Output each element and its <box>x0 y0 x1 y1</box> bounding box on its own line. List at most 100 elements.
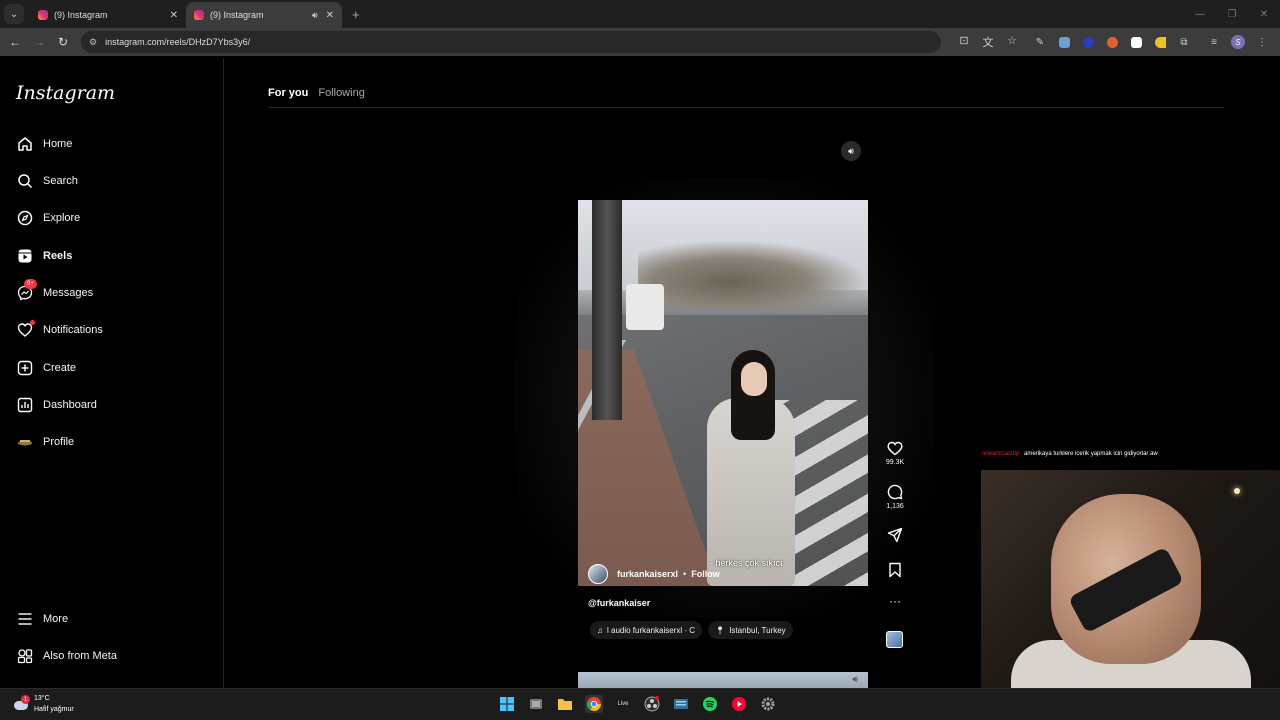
file-explorer-icon[interactable] <box>556 695 574 713</box>
sidebar-item-label: Create <box>43 362 77 374</box>
notification-dot <box>30 320 35 325</box>
reel-video[interactable]: - herkes çok sıkıcı furkankaiserxl • Fol… <box>578 200 868 586</box>
sidebar-item-label: Notifications <box>43 324 103 336</box>
reel-author-row: furkankaiserxl • Follow <box>588 564 720 584</box>
stream-chat-message: oneamicastrip amerikaya turklere icerik … <box>982 451 1158 457</box>
weather-widget[interactable]: 1 13°C Hafif yağmur <box>12 693 74 715</box>
maximize-icon[interactable]: ❐ <box>1216 9 1248 20</box>
sidebar-item-messages[interactable]: 9+ Messages <box>16 279 93 305</box>
dashboard-icon <box>16 396 34 414</box>
close-tab-icon[interactable]: ✕ <box>326 10 334 21</box>
browser-tab-1[interactable]: (9) Instagram ✕ <box>30 2 186 28</box>
audio-chip[interactable]: ♫ l audio furkankaiserxl · C <box>590 621 703 639</box>
extension-orange-icon[interactable] <box>1100 36 1124 48</box>
browser-toolbar: ← → ↻ ⚙︎ instagram.com/reels/DHzD7Ybs3y6… <box>0 28 1280 56</box>
site-info-icon[interactable]: ⚙︎ <box>89 37 97 48</box>
camera-extension-icon[interactable] <box>1052 36 1076 48</box>
tab-for-you[interactable]: For you <box>268 87 308 99</box>
browser-menu-icon[interactable]: ⋮ <box>1250 37 1274 48</box>
task-view-icon[interactable] <box>527 695 545 713</box>
windows-start-icon[interactable] <box>498 695 516 713</box>
like-count: 99.3K <box>885 459 905 466</box>
location-chip-text: Istanbul, Turkey <box>729 625 786 635</box>
extension-white-icon[interactable] <box>1124 36 1148 48</box>
keyboard-app-icon[interactable] <box>672 695 690 713</box>
close-window-icon[interactable]: ✕ <box>1248 9 1280 20</box>
video-person <box>703 350 803 586</box>
plus-square-icon <box>16 359 34 377</box>
install-app-icon[interactable]: ⊡ <box>952 34 976 50</box>
settings-gear-icon[interactable] <box>759 695 777 713</box>
sidebar-item-explore[interactable]: Explore <box>16 206 80 230</box>
chat-text: amerikaya turklere icerik yapmak icin gi… <box>1024 451 1158 457</box>
spotify-icon[interactable] <box>701 695 719 713</box>
tab-audio-icon[interactable]: 🔊︎ <box>312 10 318 21</box>
new-tab-button[interactable]: + <box>352 7 360 22</box>
sidebar-item-dashboard[interactable]: Dashboard <box>16 393 97 417</box>
translate-icon[interactable]: 文 <box>976 34 1000 50</box>
live-app-icon[interactable]: Live <box>614 695 632 713</box>
instagram-logo[interactable]: Instagram <box>16 82 115 104</box>
location-chip[interactable]: 📍︎ Istanbul, Turkey <box>708 621 793 639</box>
sidebar-item-label: Search <box>43 175 78 187</box>
browser-tab-2[interactable]: (9) Instagram 🔊︎ ✕ <box>186 2 342 28</box>
forward-icon[interactable]: → <box>27 35 51 49</box>
minimize-icon[interactable]: — <box>1184 9 1216 20</box>
next-reel-preview[interactable]: 🔊︎ <box>578 672 868 688</box>
weather-desc: Hafif yağmur <box>34 706 74 713</box>
close-tab-icon[interactable]: ✕ <box>170 10 178 21</box>
tab-search-button[interactable]: ⌄ <box>4 4 24 24</box>
instagram-favicon-icon <box>38 10 48 20</box>
extensions-puzzle-icon[interactable]: ⧉ <box>1172 37 1196 48</box>
address-bar[interactable]: ⚙︎ instagram.com/reels/DHzD7Ybs3y6/ <box>81 31 941 53</box>
extension-yellow-icon[interactable] <box>1148 36 1172 48</box>
sidebar-item-notifications[interactable]: Notifications <box>16 318 103 342</box>
follow-button[interactable]: Follow <box>691 569 720 579</box>
reload-icon[interactable]: ↻ <box>51 35 75 49</box>
comment-button[interactable]: 1,136 <box>883 484 907 510</box>
author-username[interactable]: furkankaiserxl <box>617 569 678 579</box>
profile-avatar[interactable]: S <box>1226 35 1250 49</box>
music-note-icon: ♫ <box>597 625 603 635</box>
sidebar-item-create[interactable]: Create <box>16 356 76 380</box>
pen-extension-icon[interactable]: ✎ <box>1028 37 1052 48</box>
instagram-favicon-icon <box>194 10 204 20</box>
like-button[interactable]: 99.3K <box>883 441 907 466</box>
feed-tabs: For you Following <box>268 87 365 99</box>
sidebar-item-profile[interactable]: Profile <box>16 430 74 454</box>
more-options-button[interactable]: ··· <box>883 595 907 607</box>
feed-tabs-divider <box>268 107 1224 108</box>
sidebar-item-reels[interactable]: Reels <box>16 244 72 268</box>
chrome-icon[interactable] <box>585 695 603 713</box>
reading-list-icon[interactable]: ≡ <box>1202 37 1226 48</box>
sidebar-item-more[interactable]: More <box>16 607 68 631</box>
sidebar-item-label: Dashboard <box>43 399 97 411</box>
sidebar-item-search[interactable]: Search <box>16 169 78 193</box>
tab-following[interactable]: Following <box>318 87 364 99</box>
share-button[interactable] <box>883 527 907 543</box>
bookmark-star-icon[interactable]: ☆ <box>1000 34 1024 50</box>
author-avatar[interactable] <box>588 564 608 584</box>
sidebar-item-home[interactable]: Home <box>16 132 72 156</box>
back-icon[interactable]: ← <box>3 35 27 49</box>
weather-icon: 1 <box>12 695 30 713</box>
hamburger-menu-icon <box>16 610 34 628</box>
obs-icon[interactable] <box>643 695 661 713</box>
audio-thumbnail[interactable] <box>886 631 903 648</box>
webcam-overlay <box>981 470 1280 688</box>
heart-icon <box>16 320 35 339</box>
weather-badge: 1 <box>21 695 30 704</box>
location-pin-icon: 📍︎ <box>715 625 726 635</box>
messages-badge: 9+ <box>24 279 37 289</box>
search-icon <box>16 172 34 190</box>
window-controls: — ❐ ✕ <box>1184 0 1280 28</box>
sidebar-item-also-from-meta[interactable]: Also from Meta <box>16 644 117 668</box>
save-button[interactable] <box>883 562 907 578</box>
youtube-music-icon[interactable] <box>730 695 748 713</box>
reel-caption[interactable]: @furkankaiser <box>588 598 650 608</box>
chat-username: oneamicastrip <box>982 451 1020 457</box>
sidebar-item-label: Profile <box>43 436 75 448</box>
extension-blue-icon[interactable] <box>1076 36 1100 48</box>
volume-toggle-button[interactable]: 🔊︎ <box>841 141 861 161</box>
tab-title: (9) Instagram <box>54 10 108 20</box>
